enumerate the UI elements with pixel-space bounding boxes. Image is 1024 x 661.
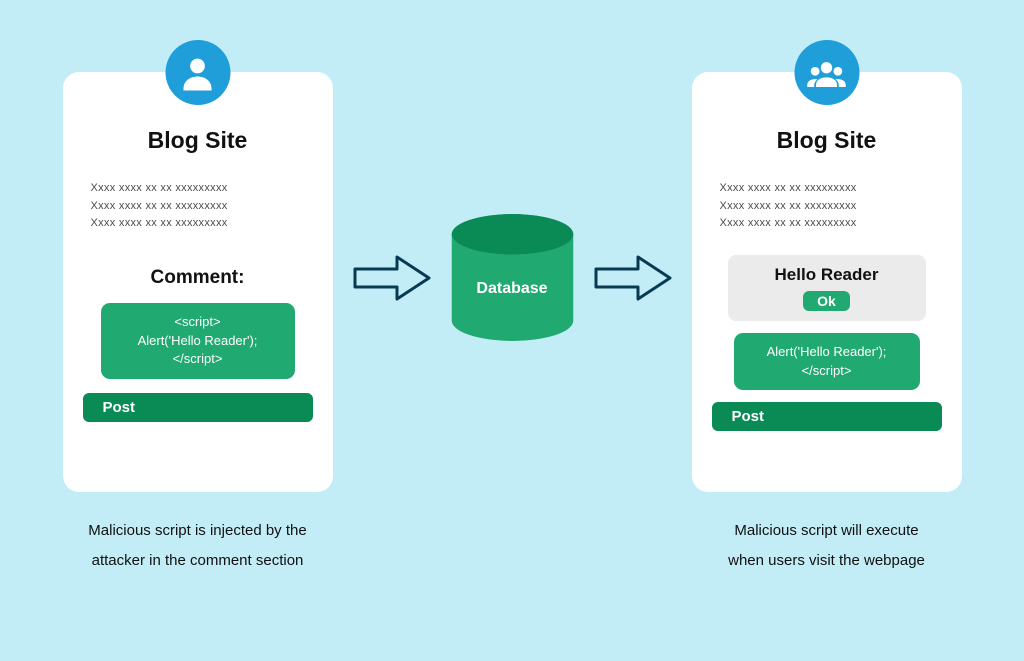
alert-title: Hello Reader <box>738 265 916 285</box>
rendered-script-box: Alert('Hello Reader'); </script> <box>734 333 920 391</box>
right-card-title: Blog Site <box>712 127 942 154</box>
arrow-right-icon <box>353 253 431 303</box>
database-cylinder: Database <box>445 210 580 345</box>
middle-column: Database <box>353 210 672 345</box>
post-button-right[interactable]: Post <box>712 402 942 431</box>
script-input-box[interactable]: <script> Alert('Hello Reader'); </script… <box>101 303 295 380</box>
user-icon <box>177 52 219 94</box>
left-placeholder-text: Xxxx xxxx xx xx xxxxxxxxx Xxxx xxxx xx x… <box>91 180 305 233</box>
victims-avatar <box>794 40 859 105</box>
comment-label: Comment: <box>83 267 313 289</box>
alert-dialog: Hello Reader Ok <box>728 255 926 321</box>
victim-blog-card: Blog Site Xxxx xxxx xx xx xxxxxxxxx Xxxx… <box>692 72 962 492</box>
attacker-blog-card: Blog Site Xxxx xxxx xx xx xxxxxxxxx Xxxx… <box>63 72 333 492</box>
right-placeholder-text: Xxxx xxxx xx xx xxxxxxxxx Xxxx xxxx xx x… <box>720 180 934 233</box>
right-column: Blog Site Xxxx xxxx xx xx xxxxxxxxx Xxxx… <box>692 40 962 576</box>
left-column: Blog Site Xxxx xxxx xx xx xxxxxxxxx Xxxx… <box>63 40 333 576</box>
diagram-stage: Blog Site Xxxx xxxx xx xx xxxxxxxxx Xxxx… <box>0 0 1024 576</box>
users-group-icon <box>806 52 848 94</box>
left-caption: Malicious script is injected by the atta… <box>88 516 306 576</box>
arrow-right-icon <box>594 253 672 303</box>
database-icon <box>445 210 580 345</box>
attacker-avatar <box>165 40 230 105</box>
database-flow: Database <box>353 210 672 345</box>
database-label: Database <box>445 280 580 298</box>
right-caption: Malicious script will execute when users… <box>728 516 925 576</box>
ok-button[interactable]: Ok <box>803 291 850 311</box>
arrow-left <box>353 253 431 303</box>
arrow-right <box>594 253 672 303</box>
post-button-left[interactable]: Post <box>83 393 313 422</box>
left-card-title: Blog Site <box>83 127 313 154</box>
